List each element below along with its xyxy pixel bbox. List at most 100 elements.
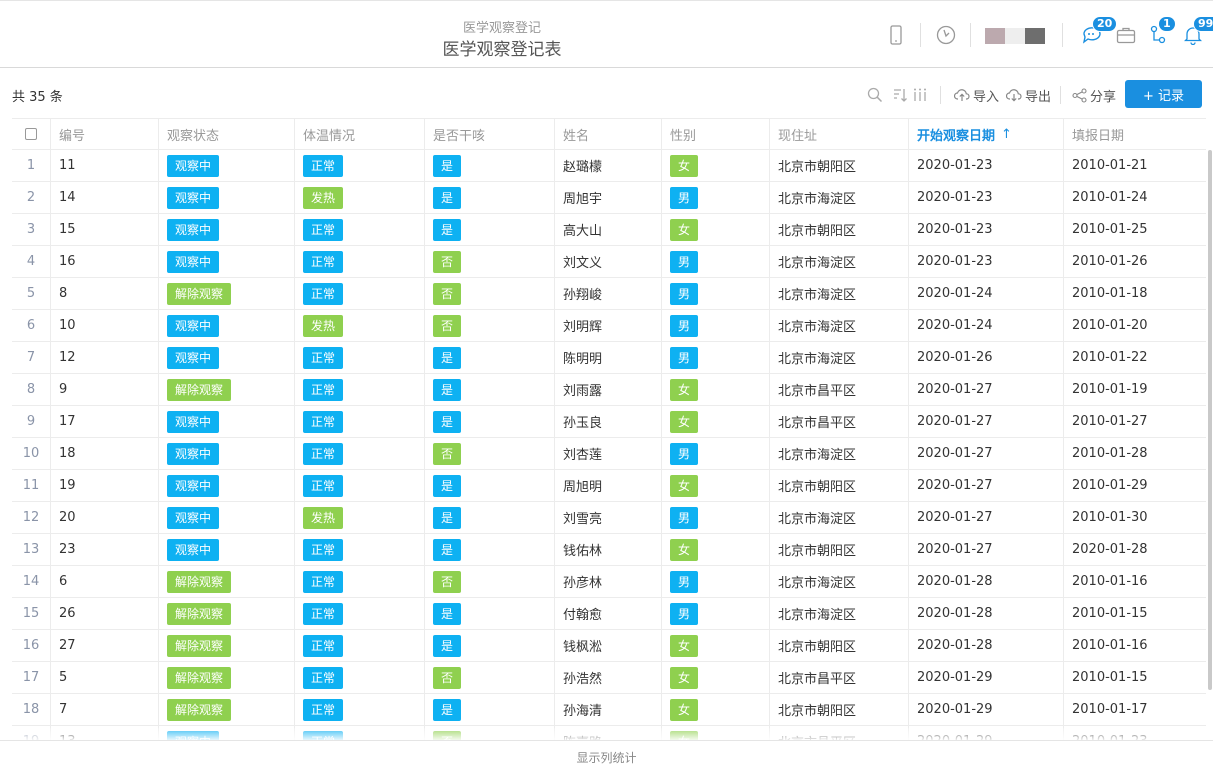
name-cell: 赵璐檬 (555, 149, 662, 182)
start-cell: 2020-01-28 (909, 597, 1064, 630)
sort-icon[interactable] (892, 86, 908, 104)
column-header[interactable]: 是否干咳 (425, 118, 555, 150)
select-all-checkbox[interactable] (25, 128, 37, 140)
table-row[interactable]: 6 10 观察中 发热 否 刘明辉男 北京市海淀区 2020-01-24 2010-01-20 (12, 309, 1206, 342)
gender-tag: 女 (670, 378, 699, 401)
share-button[interactable]: 分享 (1072, 86, 1116, 105)
report-cell: 2010-01-16 (1072, 574, 1148, 589)
table-row[interactable]: 12 20 观察中 发热 是 刘雪亮男 北京市海淀区 2020-01-27 2010-01-30 (12, 501, 1206, 534)
app-header: 医学观察登记 医学观察登记表 20 1 99+ (0, 0, 1213, 68)
gender-cell: 男 (662, 597, 770, 630)
gender-cell: 女 (662, 661, 770, 694)
search-icon[interactable] (867, 86, 883, 104)
column-header-sorted[interactable]: 开始观察日期 ↑ (909, 118, 1064, 150)
addr-cell: 北京市海淀区 (770, 341, 909, 374)
table-row[interactable]: 16 27 解除观察 正常 是 钱枫淞女 北京市朝阳区 2020-01-28 2010-01-1… (12, 629, 1206, 662)
table-row[interactable]: 5 8 解除观察 正常 否 孙翔峻男 北京市海淀区 2020-01-24 2010-01-18 (12, 277, 1206, 310)
addr-cell: 北京市朝阳区 (770, 693, 909, 726)
column-header[interactable]: 编号 (51, 118, 159, 150)
num-cell: 12 (51, 341, 159, 374)
table-row[interactable]: 9 17 观察中 正常 是 孙玉良女 北京市昌平区 2020-01-27 2010-01-27 (12, 405, 1206, 438)
scroll-fade (0, 728, 1213, 740)
status-tag: 观察中 (167, 314, 220, 337)
cough-cell: 否 (425, 277, 555, 310)
avatar[interactable] (985, 28, 1049, 44)
select-all-cell (12, 118, 51, 150)
export-button[interactable]: 导出 (1006, 86, 1051, 105)
status-cell: 观察中 (159, 309, 295, 342)
column-header[interactable]: 体温情况 (295, 118, 425, 150)
briefcase-icon[interactable] (1114, 23, 1138, 47)
num-cell: 7 (51, 693, 159, 726)
table-row[interactable]: 17 5 解除观察 正常 否 孙浩然女 北京市昌平区 2020-01-29 2010-01-15 (12, 661, 1206, 694)
report-cell: 2010-01-17 (1072, 702, 1148, 717)
table-row[interactable]: 15 26 解除观察 正常 是 付翰愈男 北京市海淀区 2020-01-28 2010-01-1… (12, 597, 1206, 630)
gender-tag: 男 (670, 602, 699, 625)
table-row[interactable]: 10 18 观察中 正常 否 刘杏莲男 北京市海淀区 2020-01-27 2010-01-28 (12, 437, 1206, 470)
table-row[interactable]: 7 12 观察中 正常 是 陈明明男 北京市海淀区 2020-01-26 2010-01-22 (12, 341, 1206, 374)
temp-cell: 正常 (295, 693, 425, 726)
status-cell: 观察中 (159, 501, 295, 534)
temp-tag: 正常 (303, 538, 344, 561)
temp-cell: 正常 (295, 661, 425, 694)
clock-icon[interactable] (934, 23, 958, 47)
columns-icon[interactable] (913, 86, 927, 104)
table-row[interactable]: 14 6 解除观察 正常 否 孙彦林男 北京市海淀区 2020-01-28 2010-01-16 (12, 565, 1206, 598)
report-cell: 2010-01-20 (1072, 318, 1148, 333)
temp-cell: 正常 (295, 629, 425, 662)
column-header[interactable]: 观察状态 (159, 118, 295, 150)
start-cell: 2020-01-24 (909, 309, 1064, 342)
column-header[interactable]: 现住址 (770, 118, 909, 150)
status-tag: 解除观察 (167, 698, 232, 721)
add-record-button[interactable]: + 记录 (1125, 80, 1202, 108)
table-row[interactable]: 11 19 观察中 正常 是 周旭明女 北京市朝阳区 2020-01-27 2010-01-29 (12, 469, 1206, 502)
cough-cell: 是 (425, 501, 555, 534)
import-button[interactable]: 导入 (954, 86, 999, 105)
mobile-icon[interactable] (884, 23, 908, 47)
temp-tag: 正常 (303, 442, 344, 465)
name-cell: 孙海清 (555, 693, 662, 726)
column-header[interactable]: 填报日期 (1064, 118, 1206, 150)
column-header[interactable]: 性别 (662, 118, 770, 150)
status-cell: 观察中 (159, 341, 295, 374)
cough-cell: 是 (425, 213, 555, 246)
table-body: 1 11 观察中 正常是赵璐檬女北京市朝阳区 2020-01-23 2010-01-21 2… (12, 149, 1206, 758)
cough-tag: 否 (433, 250, 462, 273)
message-icon[interactable]: 20 (1080, 16, 1118, 47)
temp-cell: 正常 (295, 533, 425, 566)
gender-tag: 女 (670, 218, 699, 241)
table-row[interactable]: 4 16 观察中 正常 否 刘文义男 北京市海淀区 2020-01-23 2010-01-26 (12, 245, 1206, 278)
num-cell: 15 (51, 213, 159, 246)
start-cell: 2020-01-28 (909, 629, 1064, 662)
idx-cell: 15 (12, 597, 51, 630)
org-icon[interactable]: 1 (1146, 16, 1176, 47)
report-cell: 2010-01-25 (1072, 222, 1148, 237)
gender-tag: 男 (670, 282, 699, 305)
table-row[interactable]: 1 11 观察中 正常 是 赵璐檬女 北京市朝阳区 2020-01-23 2010-01-21 (12, 149, 1206, 182)
gender-cell: 男 (662, 277, 770, 310)
column-header[interactable]: 姓名 (555, 118, 662, 150)
table-row[interactable]: 8 9 解除观察 正常 是 刘雨露女 北京市昌平区 2020-01-27 2010-01-19 (12, 373, 1206, 406)
temp-cell: 正常 (295, 405, 425, 438)
status-cell: 观察中 (159, 533, 295, 566)
report-cell: 2010-01-21 (1072, 158, 1148, 173)
table-row[interactable]: 3 15 观察中 正常 是 高大山女 北京市朝阳区 2020-01-23 2010-01-25 (12, 213, 1206, 246)
status-tag: 解除观察 (167, 570, 232, 593)
temp-cell: 正常 (295, 277, 425, 310)
bell-icon[interactable]: 99+ (1181, 16, 1213, 47)
table-row[interactable]: 2 14 观察中 发热 是 周旭宇男 北京市海淀区 2020-01-23 2010-01-24 (12, 181, 1206, 214)
header-divider (920, 23, 921, 47)
table-row[interactable]: 13 23 观察中 正常 是 钱佑林女 北京市朝阳区 2020-01-27 2020-01-28 (12, 533, 1206, 566)
idx-cell: 12 (12, 501, 51, 534)
cough-tag: 是 (433, 154, 462, 177)
column-stats-toggle[interactable]: 显示列统计 (0, 740, 1213, 776)
temp-cell: 发热 (295, 501, 425, 534)
temp-tag: 发热 (303, 314, 344, 337)
table-row[interactable]: 18 7 解除观察 正常 是 孙海清女 北京市朝阳区 2020-01-29 2010-01-17 (12, 693, 1206, 726)
addr-cell: 北京市海淀区 (770, 245, 909, 278)
name-cell: 付翰愈 (555, 597, 662, 630)
temp-tag: 正常 (303, 634, 344, 657)
status-tag: 观察中 (167, 506, 220, 529)
cough-tag: 否 (433, 282, 462, 305)
vertical-scrollbar[interactable] (1208, 150, 1212, 690)
